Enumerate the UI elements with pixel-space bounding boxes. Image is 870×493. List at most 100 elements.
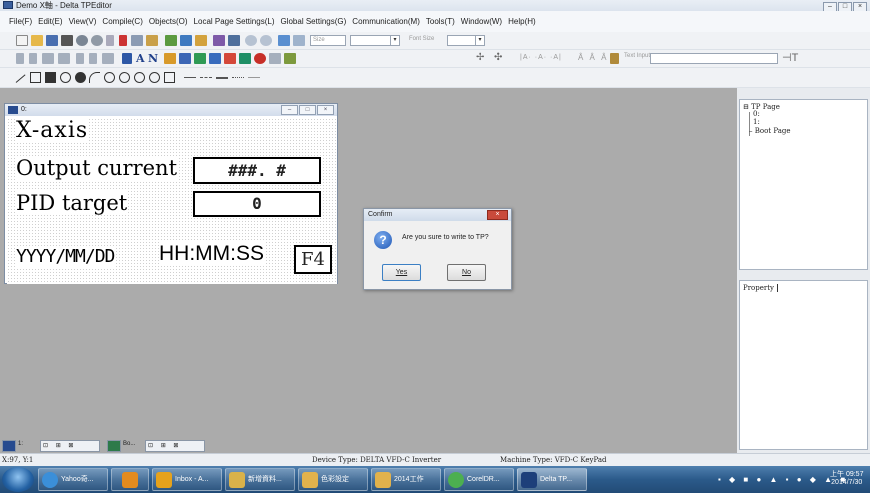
meter-tool-icon[interactable] <box>224 53 236 64</box>
rect-tool-icon[interactable] <box>30 72 41 83</box>
gear-icon[interactable] <box>91 35 103 46</box>
menu-communication[interactable]: Communication(M) <box>349 17 423 26</box>
arc-tool-icon[interactable] <box>89 72 100 83</box>
pid-target-label[interactable]: PID target <box>16 191 128 215</box>
polygon-tool-icon[interactable] <box>164 72 175 83</box>
output-current-value[interactable]: ###. # <box>193 157 321 184</box>
line-style-thin-icon[interactable] <box>248 77 260 78</box>
align-right-icon[interactable] <box>42 53 54 64</box>
no-button[interactable]: No <box>447 264 486 281</box>
run-icon[interactable] <box>293 35 305 46</box>
sector-tool-icon[interactable] <box>119 72 130 83</box>
compile-icon[interactable] <box>213 35 225 46</box>
new-file-icon[interactable] <box>16 35 28 46</box>
text-insert-icon[interactable]: ⊣T <box>782 51 798 64</box>
taskbar-coreldraw[interactable]: CorelDR... <box>444 468 514 491</box>
text-tool-icon[interactable]: A <box>136 52 145 65</box>
line-style-thick-icon[interactable] <box>216 77 228 79</box>
text-align-icons[interactable]: |A· ·A· ·A| <box>520 54 562 61</box>
tree-node-boot-page[interactable]: – Boot Page <box>749 127 791 135</box>
zoom-out-icon[interactable] <box>260 35 272 46</box>
zoom-in-icon[interactable] <box>245 35 257 46</box>
taskbar-outlook[interactable]: Inbox - A... <box>152 468 222 491</box>
pie-tool-icon[interactable] <box>104 72 115 83</box>
date-tool-icon[interactable] <box>239 53 251 64</box>
line-style-dash-icon[interactable] <box>200 77 212 78</box>
screen-header-text[interactable]: X-axis <box>16 118 89 143</box>
folder-upload-icon[interactable] <box>195 35 207 46</box>
taskbar-media[interactable] <box>111 468 149 491</box>
menu-tools[interactable]: Tools(T) <box>423 17 458 26</box>
tree-node-page-1[interactable]: 1: <box>753 118 760 126</box>
maximize-button[interactable]: □ <box>299 105 316 115</box>
build-icon[interactable] <box>228 35 240 46</box>
align-center-icon[interactable] <box>29 53 37 64</box>
align-middle-icon[interactable] <box>76 53 84 64</box>
menu-view[interactable]: View(V) <box>66 17 100 26</box>
pointer-icon[interactable] <box>122 53 132 64</box>
line-style-dot-icon[interactable] <box>232 77 244 78</box>
record-tool-icon[interactable] <box>254 53 266 64</box>
start-button[interactable] <box>2 467 34 492</box>
clock[interactable]: 上午 09:57 2014/7/30 <box>830 469 863 486</box>
dialog-close-button[interactable]: × <box>487 210 508 220</box>
chord-tool-icon[interactable] <box>134 72 145 83</box>
taskbar-folder-colors[interactable]: 色彩設定 <box>298 468 368 491</box>
upload-icon[interactable] <box>165 35 177 46</box>
taskbar-explorer[interactable]: 新增資料... <box>225 468 295 491</box>
cut-icon[interactable] <box>119 35 127 46</box>
f4-function-key[interactable]: F4 <box>294 245 332 274</box>
minimized-boot-controls[interactable]: ⊡ ⊞ ⊠ <box>145 440 205 452</box>
line-style-combo[interactable]: ▾ <box>350 35 400 46</box>
pen-icon[interactable] <box>106 35 114 46</box>
menu-window[interactable]: Window(W) <box>458 17 505 26</box>
close-button[interactable]: × <box>317 105 334 115</box>
align-top-icon[interactable] <box>58 53 70 64</box>
taskbar-ie[interactable]: Yahoo奇... <box>38 468 108 491</box>
align-left-icon[interactable] <box>16 53 24 64</box>
save-icon[interactable] <box>46 35 58 46</box>
text-input-field[interactable] <box>650 53 778 64</box>
minimized-page-1-label[interactable]: 1: <box>18 441 23 447</box>
menu-help[interactable]: Help(H) <box>505 17 539 26</box>
minimized-boot-label[interactable]: Bo... <box>123 441 135 447</box>
resize-icon[interactable]: ✣ <box>494 52 502 63</box>
line-style-solid-icon[interactable] <box>184 77 196 78</box>
align-icon[interactable] <box>278 35 290 46</box>
taskbar-delta-tp[interactable]: Delta TP... <box>517 468 587 491</box>
tree-root[interactable]: ⊟ TP Page <box>743 103 780 111</box>
menu-objects[interactable]: Objects(O) <box>146 17 191 26</box>
numeric-tool-icon[interactable]: N <box>148 52 158 65</box>
filled-circle-tool-icon[interactable] <box>75 72 86 83</box>
chart-tool-icon[interactable] <box>284 53 296 64</box>
settings-icon[interactable] <box>76 35 88 46</box>
menu-global-settings[interactable]: Global Settings(G) <box>277 17 349 26</box>
tree-node-page-0[interactable]: 0: <box>753 110 760 118</box>
filled-rect-tool-icon[interactable] <box>45 72 56 83</box>
ellipse-tool-icon[interactable] <box>149 72 160 83</box>
bar-tool-icon[interactable] <box>209 53 221 64</box>
date-display[interactable]: YYYY/MM/DD <box>16 246 115 267</box>
property-tab[interactable]: Property <box>743 284 779 292</box>
download-icon[interactable] <box>180 35 192 46</box>
time-display[interactable]: HH:MM:SS <box>159 242 264 266</box>
font-style-icons[interactable]: Â Â Â <box>578 53 608 62</box>
minimize-button[interactable]: – <box>281 105 298 115</box>
circle-tool-icon[interactable] <box>60 72 71 83</box>
wave-tool-icon[interactable] <box>269 53 281 64</box>
taskbar-folder-work[interactable]: 2014工作 <box>371 468 441 491</box>
page-canvas[interactable]: X-axis Output current ###. # PID target … <box>7 118 337 284</box>
output-current-label[interactable]: Output current <box>16 156 178 180</box>
pid-target-value[interactable]: 0 <box>193 191 321 217</box>
print-icon[interactable] <box>61 35 73 46</box>
menu-compile[interactable]: Compile(C) <box>99 17 145 26</box>
open-folder-icon[interactable] <box>31 35 43 46</box>
move-icon[interactable]: ✢ <box>476 52 484 63</box>
line-tool-icon[interactable] <box>15 74 26 83</box>
menu-edit[interactable]: Edit(E) <box>35 17 65 26</box>
yes-button[interactable]: Yes <box>382 264 421 281</box>
align-bottom-icon[interactable] <box>89 53 97 64</box>
lamp-tool-icon[interactable] <box>179 53 191 64</box>
collapse-icon[interactable]: ⊟ <box>743 103 751 111</box>
minimized-page-1-controls[interactable]: ⊡ ⊞ ⊠ <box>40 440 100 452</box>
